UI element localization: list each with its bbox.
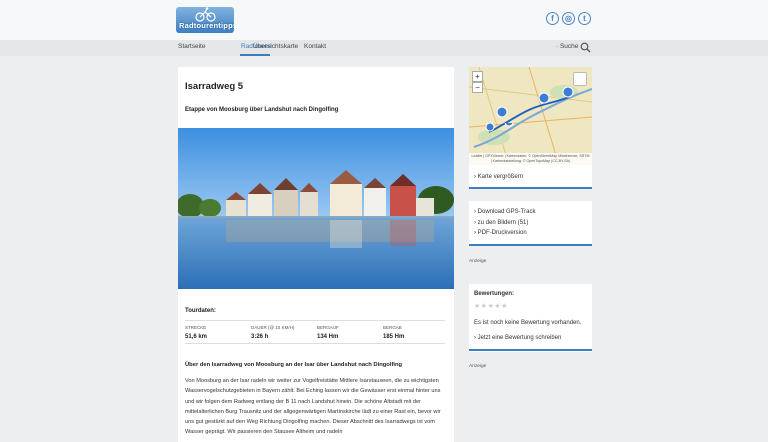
logo-text: Radtourentipps.de bbox=[179, 21, 234, 30]
stat-ascent: BERGAUF 134 Hm bbox=[317, 325, 339, 340]
nav-item-uebersichtskarte[interactable]: Übersichtskarte bbox=[253, 43, 298, 50]
article-card: Isarradweg 5 Etappe von Moosburg über La… bbox=[178, 67, 454, 442]
map-marker-icon[interactable] bbox=[537, 91, 551, 105]
site-logo[interactable]: Radtourentipps.de bbox=[176, 7, 234, 33]
section-heading: Über den Isarradweg von Moosburg an der … bbox=[185, 362, 403, 368]
no-rating-text: Es ist noch keine Bewertung vorhanden. bbox=[474, 320, 582, 326]
facebook-icon[interactable]: f bbox=[546, 12, 559, 25]
search-label[interactable]: · Suche bbox=[556, 43, 578, 50]
stat-value: 51,6 km bbox=[185, 334, 208, 340]
map-zoom-in[interactable]: + bbox=[472, 71, 483, 82]
ratings-heading: Bewertungen: bbox=[474, 291, 515, 297]
stat-descent: BERGAB 185 Hm bbox=[383, 325, 404, 340]
stat-value: 185 Hm bbox=[383, 334, 405, 340]
download-gps-link[interactable]: › Download GPS-Track bbox=[474, 209, 535, 215]
ratings-card: Bewertungen: ★★★★★ Es ist noch keine Bew… bbox=[469, 284, 592, 352]
twitter-icon[interactable]: t bbox=[578, 12, 591, 25]
stat-label: BERGAB bbox=[383, 325, 402, 330]
map-marker-icon[interactable] bbox=[561, 85, 575, 99]
stat-label: BERGAUF bbox=[317, 325, 339, 330]
pdf-link[interactable]: › PDF-Druckversion bbox=[474, 230, 527, 236]
ad-label: Anzeige bbox=[469, 364, 487, 369]
map-attribution: Leaflet | GPXViewer | Kartendaten: © Ope… bbox=[469, 153, 592, 165]
images-link[interactable]: › zu den Bildern (51) bbox=[474, 220, 528, 226]
site-header: Radtourentipps.de f ◎ t bbox=[0, 0, 768, 40]
nav-item-startseite[interactable]: Startseite bbox=[178, 43, 205, 50]
route-map[interactable]: + − Leaflet | GPXViewer | Kartendaten: ©… bbox=[469, 67, 592, 165]
page-title: Isarradweg 5 bbox=[185, 81, 244, 92]
article-subtitle: Etappe von Moosburg über Landshut nach D… bbox=[185, 107, 339, 113]
ad-label: Anzeige bbox=[469, 259, 487, 264]
map-zoom-out[interactable]: − bbox=[472, 82, 483, 93]
stat-value: 3:26 h bbox=[251, 334, 269, 340]
landshut-river-image bbox=[178, 128, 454, 289]
nav-item-kontakt[interactable]: Kontakt bbox=[304, 43, 326, 50]
card-accent-rule bbox=[469, 349, 592, 351]
map-marker-icon[interactable] bbox=[495, 105, 509, 119]
map-enlarge-card: › Karte vergrößern bbox=[469, 165, 592, 189]
stat-value: 134 Hm bbox=[317, 334, 339, 340]
enlarge-map-link[interactable]: › Karte vergrößern bbox=[474, 174, 523, 180]
rating-stars[interactable]: ★★★★★ bbox=[474, 302, 508, 310]
card-accent-rule bbox=[469, 244, 592, 246]
downloads-card: › Download GPS-Track › zu den Bildern (5… bbox=[469, 201, 592, 246]
main-navigation: Startseite Radtouren Übersichtskarte Kon… bbox=[0, 40, 768, 56]
stat-label: DAUER (@ 15 km/h) bbox=[251, 325, 295, 330]
article-body: Von Moosburg an der Isar radeln wir weit… bbox=[185, 378, 441, 436]
stat-distance: STRECKE 51,6 km bbox=[185, 325, 207, 340]
tour-photo[interactable] bbox=[178, 128, 454, 289]
stat-label: STRECKE bbox=[185, 325, 207, 330]
card-accent-rule bbox=[469, 187, 592, 189]
active-tab-indicator bbox=[240, 54, 270, 56]
map-layers-icon[interactable] bbox=[573, 72, 587, 86]
tour-data-heading: Tourdaten: bbox=[185, 308, 216, 314]
search-icon[interactable] bbox=[580, 42, 591, 53]
write-rating-link[interactable]: › Jetzt eine Bewertung schreiben bbox=[474, 335, 561, 341]
tour-stats: STRECKE 51,6 km DAUER (@ 15 km/h) 3:26 h… bbox=[185, 320, 445, 344]
instagram-icon[interactable]: ◎ bbox=[562, 12, 575, 25]
stat-duration: DAUER (@ 15 km/h) 3:26 h bbox=[251, 325, 294, 340]
